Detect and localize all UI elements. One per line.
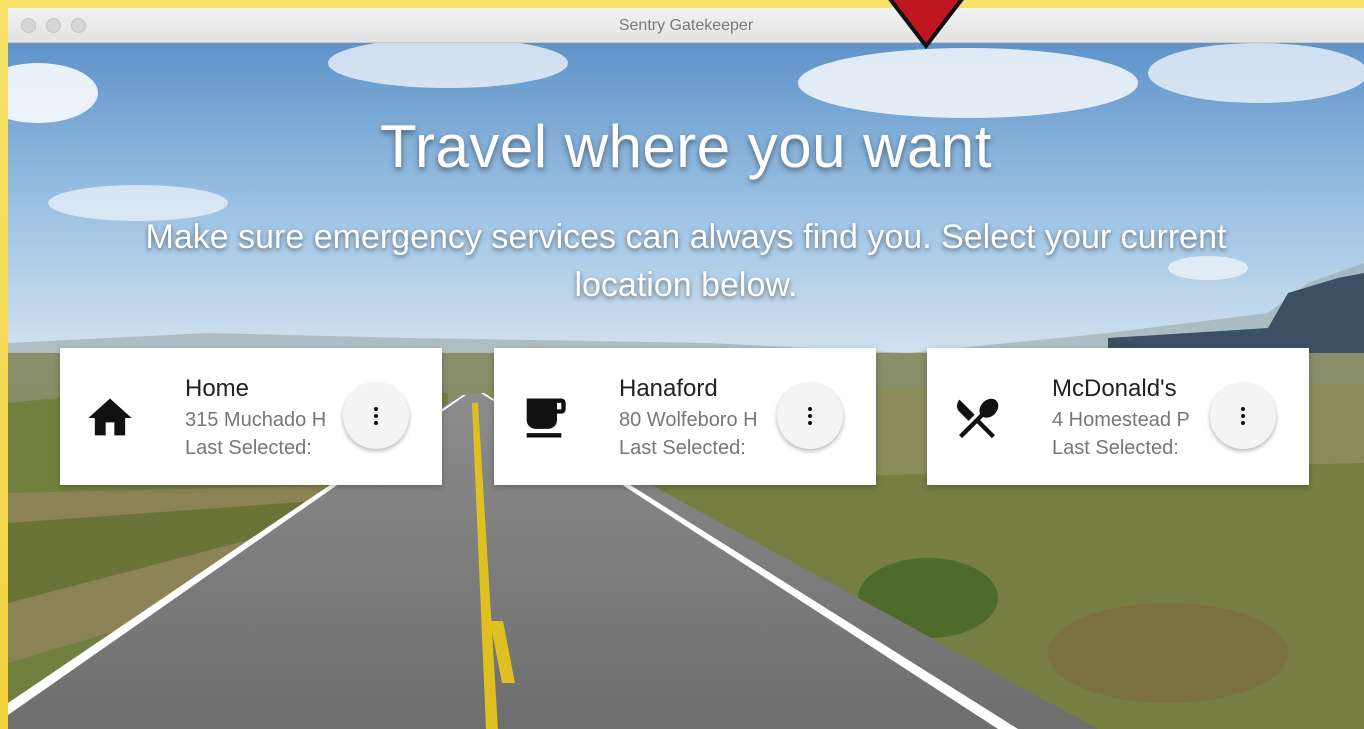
location-card-home[interactable]: Home 315 Muchado H Last Selected: — [60, 348, 442, 485]
app-window: Sentry Gatekeeper Travel where you want … — [8, 8, 1364, 729]
location-name: McDonald's — [1052, 375, 1177, 402]
location-name: Home — [185, 375, 250, 402]
location-address: 80 Wolfeboro H — [619, 409, 758, 431]
more-vert-icon — [1241, 407, 1245, 425]
restaurant-icon — [951, 392, 1003, 444]
location-address: 4 Homestead P — [1052, 409, 1190, 431]
location-card-mcdonalds[interactable]: McDonald's 4 Homestead P Last Selected: — [927, 348, 1309, 485]
home-icon — [84, 392, 136, 444]
more-options-button[interactable] — [1210, 383, 1276, 449]
down-arrow-marker-icon — [878, 0, 974, 50]
location-name: Hanaford — [619, 375, 718, 402]
more-options-button[interactable] — [777, 383, 843, 449]
title-bar[interactable]: Sentry Gatekeeper — [8, 8, 1364, 43]
location-card-hanaford[interactable]: Hanaford 80 Wolfeboro H Last Selected: — [494, 348, 876, 485]
location-address: 315 Muchado H — [185, 409, 327, 431]
location-last-selected: Last Selected: — [619, 437, 746, 459]
window-title: Sentry Gatekeeper — [618, 17, 754, 34]
hero-subtitle: Make sure emergency services can always … — [145, 218, 1227, 304]
more-vert-icon — [808, 407, 812, 425]
coffee-cup-icon — [518, 392, 570, 444]
more-vert-icon — [374, 407, 378, 425]
more-options-button[interactable] — [343, 383, 409, 449]
location-last-selected: Last Selected: — [185, 437, 312, 459]
hero-title: Travel where you want — [380, 113, 992, 180]
location-last-selected: Last Selected: — [1052, 437, 1179, 459]
